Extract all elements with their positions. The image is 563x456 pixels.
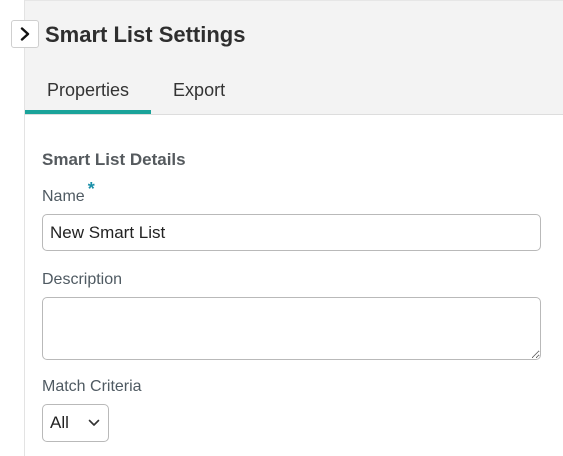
chevron-right-icon (20, 27, 30, 41)
tab-bar: Properties Export (25, 70, 247, 115)
match-criteria-select[interactable]: All (42, 404, 109, 442)
tab-export[interactable]: Export (151, 70, 247, 114)
collapse-panel-button[interactable] (11, 20, 39, 48)
smart-list-details-form: Smart List Details Name* Description Mat… (42, 148, 542, 442)
match-criteria-label: Match Criteria (42, 378, 142, 395)
section-title: Smart List Details (42, 150, 186, 169)
name-label-text: Name (42, 188, 85, 205)
description-label: Description (42, 271, 123, 288)
required-marker: * (87, 179, 95, 199)
chevron-down-icon (88, 419, 100, 426)
tab-properties[interactable]: Properties (25, 70, 152, 114)
left-rail (0, 0, 25, 456)
page-title: Smart List Settings (45, 22, 246, 47)
description-textarea[interactable] (42, 297, 541, 360)
match-criteria-value: All (50, 413, 69, 432)
name-input[interactable] (42, 214, 541, 251)
name-label: Name * (42, 179, 542, 208)
